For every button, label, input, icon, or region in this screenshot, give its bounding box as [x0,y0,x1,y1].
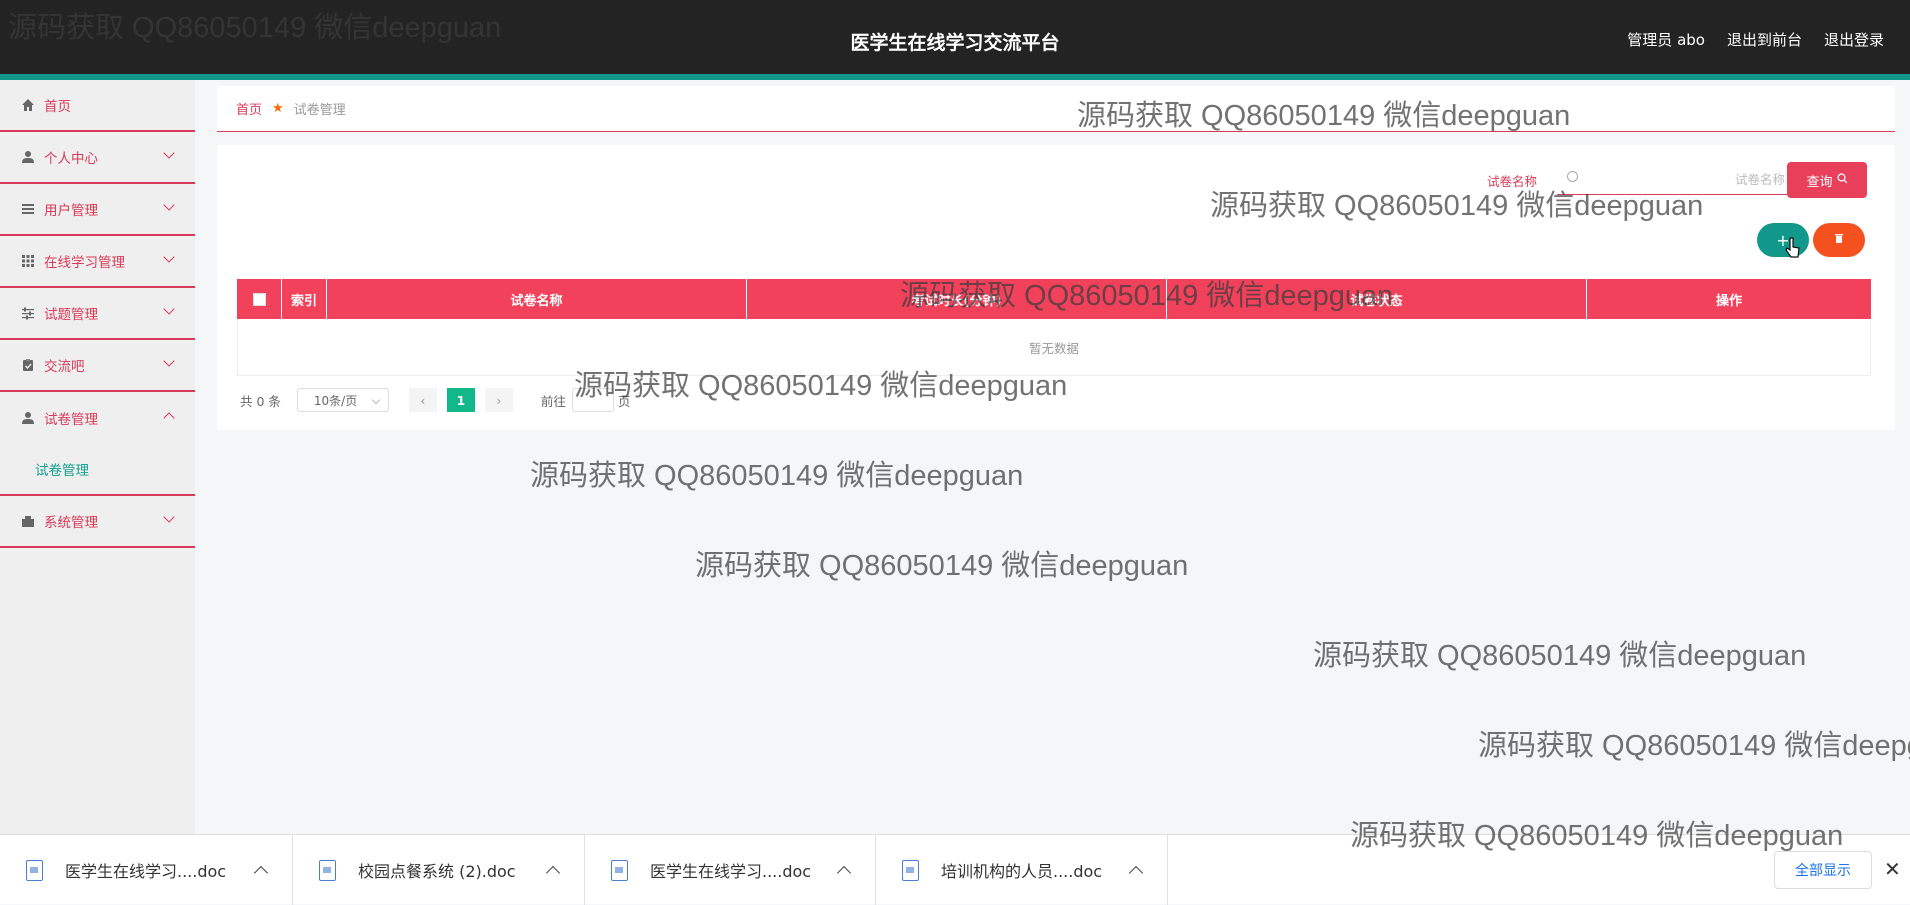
goto-label: 前往 [540,393,566,409]
chevron-up-icon[interactable] [545,865,561,881]
sidebar-item-forum[interactable]: 交流吧 [0,340,195,392]
sidebar-item-label: 交流吧 [44,359,85,375]
download-item[interactable]: 校园点餐系统 (2).doc [293,835,585,905]
download-item[interactable]: 培训机构的人员....doc [876,835,1168,905]
close-icon[interactable]: ✕ [1884,857,1901,881]
chevron-down-icon [163,511,175,523]
total-count: 共 0 条 [240,393,281,409]
download-item[interactable]: 医学生在线学习....doc [0,835,293,905]
doc-file-icon [319,859,336,881]
breadcrumb-home[interactable]: 首页 [236,99,262,118]
search-icon [1567,171,1578,182]
table-empty: 暂无数据 [237,319,1871,376]
search-input[interactable] [1583,167,1787,191]
sidebar-item-personal-center[interactable]: 个人中心 [0,132,195,184]
watermark: 源码获取 QQ86050149 微信deepguan [530,460,1024,492]
submenu-exam-paper-management[interactable]: 试卷管理 [0,444,195,496]
doc-file-icon [26,859,43,881]
sidebar-item-label: 系统管理 [44,515,98,531]
pointer-cursor-icon [1785,237,1801,265]
doc-file-icon [611,859,628,881]
sidebar-item-label: 在线学习管理 [44,255,125,271]
sidebar-item-label: 用户管理 [44,203,98,219]
download-bar: 医学生在线学习....doc 校园点餐系统 (2).doc 医学生在线学习...… [0,834,1910,905]
query-button[interactable]: 查询 [1787,162,1867,198]
prev-page-button[interactable]: ‹ [408,388,437,412]
chevron-down-icon [163,303,175,315]
sliders-icon [20,305,36,321]
watermark: 源码获取 QQ86050149 微信deepguan [1313,640,1807,672]
top-header: 医学生在线学习交流平台 管理员 abo 退出到前台 退出登录 [0,0,1910,80]
column-header: 操作 [1715,293,1742,309]
delete-button[interactable] [1813,223,1865,257]
download-item[interactable]: 医学生在线学习....doc [585,835,876,905]
sidebar-item-home[interactable]: 首页 [0,80,195,132]
column-header: 考试时长(分钟) [747,279,1167,319]
chevron-up-icon[interactable] [836,865,852,881]
sidebar-item-label: 个人中心 [44,151,98,167]
chevron-down-icon [163,199,175,211]
query-button-label: 查询 [1806,174,1833,190]
header-checkbox-cell[interactable] [237,279,282,319]
page-unit-label: 页 [617,393,631,409]
breadcrumb-current: 试卷管理 [293,103,346,118]
table-header: 索引 试卷名称 考试时长(分钟) 试卷状态 操作 [237,279,1871,319]
trash-icon [1834,233,1844,247]
column-header: 试卷名称 [327,279,747,319]
data-table: 索引 试卷名称 考试时长(分钟) 试卷状态 操作 暂无数据 [237,279,1871,376]
chevron-up-icon[interactable] [1128,865,1144,881]
page-size-select[interactable]: 10条/页 [296,388,389,412]
logout-link[interactable]: 退出登录 [1824,29,1884,50]
clipboard-icon [20,357,36,373]
watermark: 源码获取 QQ86050149 微信deepguan [695,550,1189,582]
next-page-button[interactable]: › [484,388,513,412]
admin-label[interactable]: 管理员 abo [1627,29,1705,50]
chevron-down-icon [163,147,175,159]
pagination: 共 0 条 10条/页 ‹ 1 › 前往 页 [240,388,630,412]
search-label: 试卷名称 [1487,174,1538,189]
sidebar-item-user-management[interactable]: 用户管理 [0,184,195,236]
sidebar-item-label: 试题管理 [44,307,98,323]
header-actions: 管理员 abo 退出到前台 退出登录 [1627,29,1884,50]
main-panel: 试卷名称 查询 + 索引 试卷名称 考试时长(分钟) 试卷状态 操作 暂无数据 [217,145,1895,430]
search-icon [1836,172,1848,188]
sidebar-item-online-study[interactable]: 在线学习管理 [0,236,195,288]
sidebar-item-label: 首页 [44,99,71,115]
chevron-down-icon [163,251,175,263]
user-icon [20,410,36,426]
column-header: 索引 [282,279,327,319]
exit-to-front-link[interactable]: 退出到前台 [1727,29,1802,50]
sidebar-item-label: 试卷管理 [44,412,98,428]
goto-page-input[interactable] [571,388,614,412]
download-filename: 培训机构的人员....doc [941,862,1103,881]
chevron-left-icon: ‹ [420,392,426,408]
add-button[interactable]: + [1757,223,1809,257]
star-icon: ★ [272,101,284,116]
app-title: 医学生在线学习交流平台 [850,32,1060,54]
watermark: 源码获取 QQ86050149 微信deepguan [1478,730,1910,762]
sidebar: 首页 个人中心 用户管理 在线学习管理 试题管理 交流吧 试卷管理 试卷管理 系… [0,80,195,834]
download-filename: 校园点餐系统 (2).doc [358,862,516,881]
select-all-checkbox[interactable] [252,292,266,306]
search-field [1557,163,1791,195]
chevron-right-icon: › [496,392,502,408]
sidebar-item-exam-paper-management[interactable]: 试卷管理 [0,392,195,444]
folder-icon [20,513,36,529]
column-header: 试卷状态 [1167,279,1587,319]
sidebar-item-question-management[interactable]: 试题管理 [0,288,195,340]
doc-file-icon [902,859,919,881]
home-icon [20,97,36,113]
download-filename: 医学生在线学习....doc [650,862,812,881]
user-icon [20,149,36,165]
chevron-up-icon[interactable] [253,865,269,881]
sidebar-item-system-management[interactable]: 系统管理 [0,496,195,548]
download-filename: 医学生在线学习....doc [65,862,227,881]
list-icon [20,201,36,217]
show-all-downloads-button[interactable]: 全部显示 [1774,851,1872,889]
page-number-button[interactable]: 1 [446,388,475,412]
chevron-down-icon [163,355,175,367]
breadcrumb: 首页 ★ 试卷管理 [217,86,1895,132]
grid-icon [20,253,36,269]
chevron-up-icon [163,412,175,424]
